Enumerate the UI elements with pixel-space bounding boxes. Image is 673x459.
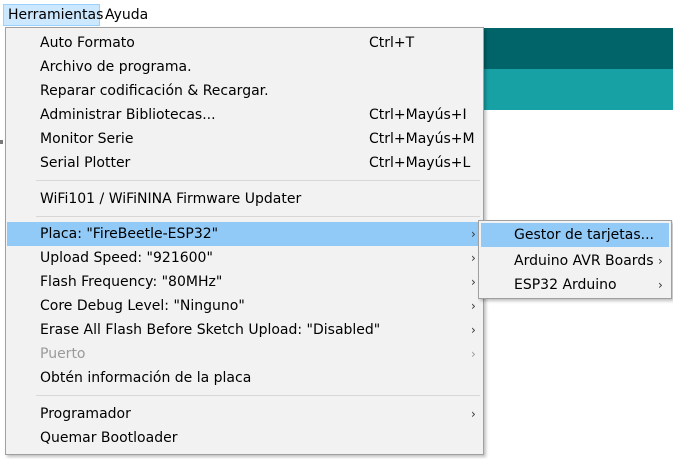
menu-separator bbox=[36, 216, 480, 217]
submenu-item-label: Arduino AVR Boards bbox=[514, 253, 654, 269]
menu-item-auto-formato[interactable]: Auto Formato Ctrl+T bbox=[7, 31, 482, 55]
menu-item-shortcut: Ctrl+Mayús+M bbox=[369, 131, 475, 147]
menu-item-puerto[interactable]: Puerto › bbox=[7, 342, 482, 366]
chevron-right-icon: › bbox=[471, 275, 476, 289]
menu-item-upload-speed[interactable]: Upload Speed: "921600" › bbox=[7, 246, 482, 270]
menu-item-archivo-de-programa[interactable]: Archivo de programa. bbox=[7, 55, 482, 79]
menu-item-label: Programador bbox=[40, 406, 131, 422]
chevron-right-icon: › bbox=[471, 251, 476, 265]
menu-item-shortcut: Ctrl+Mayús+I bbox=[369, 107, 467, 123]
chevron-right-icon: › bbox=[658, 254, 663, 268]
menu-item-administrar-bibliotecas[interactable]: Administrar Bibliotecas... Ctrl+Mayús+I bbox=[7, 103, 482, 127]
submenu-item-label: ESP32 Arduino bbox=[514, 277, 617, 293]
chevron-right-icon: › bbox=[471, 347, 476, 361]
menu-item-core-debug-level[interactable]: Core Debug Level: "Ninguno" › bbox=[7, 294, 482, 318]
submenu-item-label: Gestor de tarjetas... bbox=[514, 227, 655, 243]
menu-item-erase-all-flash[interactable]: Erase All Flash Before Sketch Upload: "D… bbox=[7, 318, 482, 342]
chevron-right-icon: › bbox=[471, 407, 476, 421]
menu-item-label: Flash Frequency: "80MHz" bbox=[40, 274, 223, 290]
menu-separator bbox=[36, 395, 480, 396]
menu-item-obten-informacion[interactable]: Obtén información de la placa bbox=[7, 366, 482, 390]
menu-item-label: Serial Plotter bbox=[40, 155, 131, 171]
menu-item-label: Quemar Bootloader bbox=[40, 430, 178, 446]
menu-item-shortcut: Ctrl+T bbox=[369, 35, 415, 51]
chevron-right-icon: › bbox=[658, 278, 663, 292]
chevron-right-icon: › bbox=[471, 323, 476, 337]
menu-item-label: Reparar codificación & Recargar. bbox=[40, 83, 269, 99]
herramientas-dropdown: Auto Formato Ctrl+T Archivo de programa.… bbox=[5, 27, 484, 455]
menu-item-flash-frequency[interactable]: Flash Frequency: "80MHz" › bbox=[7, 270, 482, 294]
menu-item-label: Placa: "FireBeetle-ESP32" bbox=[40, 226, 219, 242]
menu-item-shortcut: Ctrl+Mayús+L bbox=[369, 155, 471, 171]
menu-item-monitor-serie[interactable]: Monitor Serie Ctrl+Mayús+M bbox=[7, 127, 482, 151]
menu-item-placa[interactable]: Placa: "FireBeetle-ESP32" › bbox=[7, 222, 482, 246]
menu-item-label: Upload Speed: "921600" bbox=[40, 250, 213, 266]
menu-item-serial-plotter[interactable]: Serial Plotter Ctrl+Mayús+L bbox=[7, 151, 482, 175]
menu-item-label: Puerto bbox=[40, 346, 86, 362]
menu-item-label: Administrar Bibliotecas... bbox=[40, 107, 216, 123]
menu-item-label: Archivo de programa. bbox=[40, 59, 192, 75]
menu-bar: Herramientas Ayuda bbox=[0, 0, 673, 28]
menu-item-firmware-updater[interactable]: WiFi101 / WiFiNINA Firmware Updater bbox=[7, 187, 482, 211]
app-tabbar-background bbox=[484, 69, 673, 110]
menu-item-label: WiFi101 / WiFiNINA Firmware Updater bbox=[40, 191, 302, 207]
menu-separator bbox=[36, 180, 480, 181]
placa-submenu: Gestor de tarjetas... Arduino AVR Boards… bbox=[478, 220, 672, 299]
menu-item-label: Erase All Flash Before Sketch Upload: "D… bbox=[40, 322, 381, 338]
menu-item-quemar-bootloader[interactable]: Quemar Bootloader bbox=[7, 426, 482, 450]
menu-item-label: Auto Formato bbox=[40, 35, 135, 51]
menu-item-programador[interactable]: Programador › bbox=[7, 402, 482, 426]
menu-ayuda[interactable]: Ayuda bbox=[101, 4, 151, 26]
app-background bbox=[0, 28, 4, 459]
chevron-right-icon: › bbox=[471, 299, 476, 313]
menu-herramientas[interactable]: Herramientas bbox=[3, 4, 103, 26]
app-toolbar-background bbox=[484, 28, 673, 69]
menu-item-label: Obtén información de la placa bbox=[40, 370, 252, 386]
chevron-right-icon: › bbox=[471, 227, 476, 241]
menu-item-label: Core Debug Level: "Ninguno" bbox=[40, 298, 245, 314]
app-background-artifact bbox=[0, 140, 3, 144]
submenu-item-gestor-de-tarjetas[interactable]: Gestor de tarjetas... bbox=[481, 223, 669, 247]
menu-item-reparar-codificacion[interactable]: Reparar codificación & Recargar. bbox=[7, 79, 482, 103]
menu-item-label: Monitor Serie bbox=[40, 131, 134, 147]
submenu-item-arduino-avr-boards[interactable]: Arduino AVR Boards › bbox=[481, 249, 669, 273]
submenu-item-esp32-arduino[interactable]: ESP32 Arduino › bbox=[481, 273, 669, 297]
